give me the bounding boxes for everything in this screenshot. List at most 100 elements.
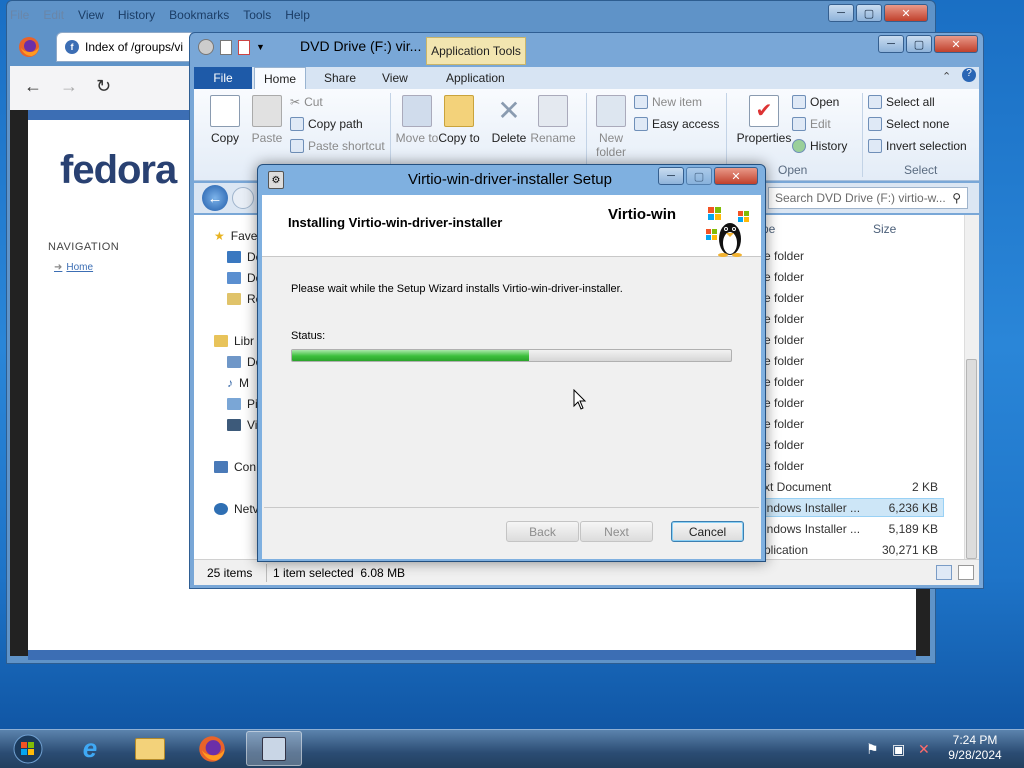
file-row-type[interactable]: plication [764, 543, 808, 557]
delete-button[interactable]: ✕ Delete [486, 95, 532, 145]
volume-muted-icon[interactable]: ✕ [918, 741, 930, 758]
new-folder-button[interactable]: New folder [588, 95, 634, 159]
nav-libraries[interactable]: Libr [214, 334, 254, 348]
paste-shortcut-button[interactable]: Paste shortcut [290, 139, 385, 153]
nav-home-link[interactable]: ➜ Home [54, 262, 93, 273]
file-row-size[interactable]: 2 KB [858, 480, 938, 494]
invert-selection-button[interactable]: Invert selection [868, 139, 967, 153]
help-icon[interactable]: ? [962, 68, 976, 82]
file-row-size[interactable]: 6,236 KB [858, 501, 938, 515]
new-item-icon[interactable] [238, 39, 250, 55]
close-icon[interactable]: ✕ [714, 167, 758, 185]
menu-history[interactable]: History [118, 4, 155, 26]
cut-button[interactable]: ✂ Cut [290, 95, 323, 109]
column-header-size[interactable]: Size [873, 222, 896, 236]
network-icon[interactable]: ▣ [892, 741, 905, 758]
minimize-icon[interactable]: ─ [658, 167, 684, 185]
menu-file[interactable]: File [10, 4, 29, 26]
new-item-icon [634, 95, 648, 109]
tab-file[interactable]: File [194, 67, 252, 89]
large-icons-view-icon[interactable] [958, 565, 974, 580]
edit-button[interactable]: Edit [792, 117, 831, 131]
start-button[interactable] [4, 730, 52, 768]
menu-edit[interactable]: Edit [43, 4, 64, 26]
taskbar-firefox[interactable] [184, 731, 240, 766]
back-arrow-icon[interactable]: ← [24, 76, 42, 97]
new-item-button[interactable]: New item [634, 95, 702, 109]
file-row-type[interactable]: indows Installer ... [764, 501, 860, 515]
copy-path-button[interactable]: Copy path [290, 117, 363, 131]
close-icon[interactable]: ✕ [884, 4, 928, 22]
history-button[interactable]: History [792, 139, 847, 153]
firefox-logo-icon[interactable] [18, 36, 40, 61]
arrow-right-icon: ➜ [54, 262, 63, 273]
ribbon-tab-strip [194, 67, 979, 89]
nav-network[interactable]: Netv [214, 502, 259, 516]
forward-arrow-icon[interactable]: → [60, 76, 78, 97]
paste-button[interactable]: Paste [244, 95, 290, 145]
file-row-type[interactable]: e folder [764, 249, 804, 263]
easy-access-button[interactable]: Easy access [634, 117, 719, 131]
select-none-button[interactable]: Select none [868, 117, 949, 131]
details-view-icon[interactable] [936, 565, 952, 580]
file-row-type[interactable]: e folder [764, 333, 804, 347]
menu-help[interactable]: Help [285, 4, 310, 26]
action-center-flag-icon[interactable]: ⚑ [866, 741, 879, 758]
file-row-type[interactable]: indows Installer ... [764, 522, 860, 536]
back-button[interactable]: Back [506, 521, 579, 542]
tab-view[interactable]: View [382, 71, 408, 85]
file-row-type[interactable]: xt Document [764, 480, 831, 494]
nav-computer[interactable]: Con [214, 460, 256, 474]
file-row-type[interactable]: e folder [764, 396, 804, 410]
file-row-type[interactable]: e folder [764, 354, 804, 368]
menu-bookmarks[interactable]: Bookmarks [169, 4, 229, 26]
file-row-type[interactable]: e folder [764, 312, 804, 326]
file-row-type[interactable]: e folder [764, 291, 804, 305]
minimize-icon[interactable]: ─ [878, 35, 904, 53]
tab-share[interactable]: Share [324, 71, 356, 85]
nav-favorites[interactable]: ★ Fave [214, 229, 257, 243]
file-row-size[interactable]: 30,271 KB [858, 543, 938, 557]
properties-button[interactable]: ✔ Properties [732, 95, 796, 145]
menu-view[interactable]: View [78, 4, 104, 26]
clock[interactable]: 7:24 PM 9/28/2024 [940, 733, 1010, 763]
taskbar-internet-explorer[interactable]: e [62, 731, 118, 766]
file-row-type[interactable]: e folder [764, 459, 804, 473]
file-row-type[interactable]: e folder [764, 438, 804, 452]
next-button[interactable]: Next [580, 521, 653, 542]
nav-pictures[interactable]: Pi [227, 397, 258, 411]
menu-tools[interactable]: Tools [243, 4, 271, 26]
nav-videos[interactable]: Vi [227, 418, 257, 432]
rename-button[interactable]: Rename [530, 95, 576, 145]
maximize-icon[interactable]: ▢ [856, 4, 882, 22]
file-row-size[interactable]: 5,189 KB [858, 522, 938, 536]
select-all-button[interactable]: Select all [868, 95, 935, 109]
copy-button[interactable]: Copy [202, 95, 248, 145]
forward-arrow-icon[interactable] [232, 187, 254, 209]
search-input[interactable]: Search DVD Drive (F:) virtio-w... ⚲ [768, 187, 968, 209]
dropdown-icon[interactable]: ▼ [256, 42, 265, 52]
tab-home[interactable]: Home [254, 67, 306, 90]
tab-application[interactable]: Application [446, 71, 505, 85]
minimize-icon[interactable]: ─ [828, 4, 854, 22]
scrollbar-thumb[interactable] [966, 359, 977, 559]
move-to-button[interactable]: Move to [394, 95, 440, 145]
ribbon-collapse-icon[interactable]: ⌃ [942, 70, 951, 83]
taskbar-file-explorer[interactable] [122, 731, 178, 766]
file-row-type[interactable]: e folder [764, 270, 804, 284]
maximize-icon[interactable]: ▢ [906, 35, 932, 53]
properties-icon[interactable] [220, 39, 232, 55]
back-arrow-icon[interactable]: ← [202, 185, 228, 211]
file-row-type[interactable]: e folder [764, 417, 804, 431]
copy-to-button[interactable]: Copy to [436, 95, 482, 145]
taskbar-setup[interactable] [246, 731, 302, 766]
open-button[interactable]: Open [792, 95, 839, 109]
cancel-button[interactable]: Cancel [671, 521, 744, 542]
close-icon[interactable]: ✕ [934, 35, 978, 53]
home-link-text[interactable]: Home [66, 262, 93, 273]
browser-tab[interactable]: f Index of /groups/vi [56, 32, 196, 62]
reload-icon[interactable]: ↻ [96, 76, 111, 97]
nav-music[interactable]: ♪ M [227, 376, 249, 390]
file-row-type[interactable]: e folder [764, 375, 804, 389]
install-message: Please wait while the Setup Wizard insta… [291, 283, 623, 295]
